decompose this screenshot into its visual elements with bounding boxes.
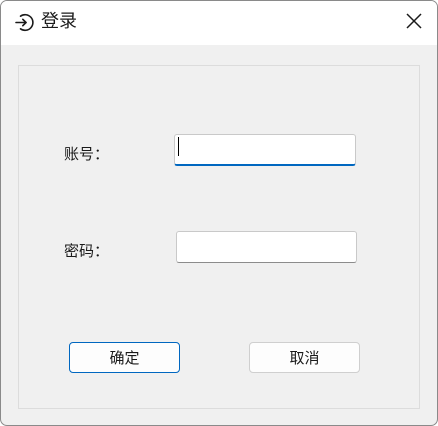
- password-label: 密码：: [64, 242, 110, 260]
- title-bar: 登录: [1, 1, 437, 45]
- cancel-button[interactable]: 取消: [249, 342, 360, 373]
- confirm-button[interactable]: 确定: [69, 342, 180, 373]
- close-button[interactable]: [391, 1, 437, 45]
- password-input[interactable]: [176, 231, 357, 263]
- text-caret: [178, 137, 179, 156]
- login-dialog: 登录 账号： 密码： 确定 取消: [0, 0, 438, 426]
- login-icon: [14, 12, 35, 33]
- account-label: 账号：: [64, 145, 110, 163]
- window-title: 登录: [41, 11, 77, 32]
- confirm-button-label: 确定: [109, 349, 140, 367]
- cancel-button-label: 取消: [289, 349, 320, 367]
- account-input[interactable]: [174, 134, 356, 166]
- close-icon: [405, 12, 423, 34]
